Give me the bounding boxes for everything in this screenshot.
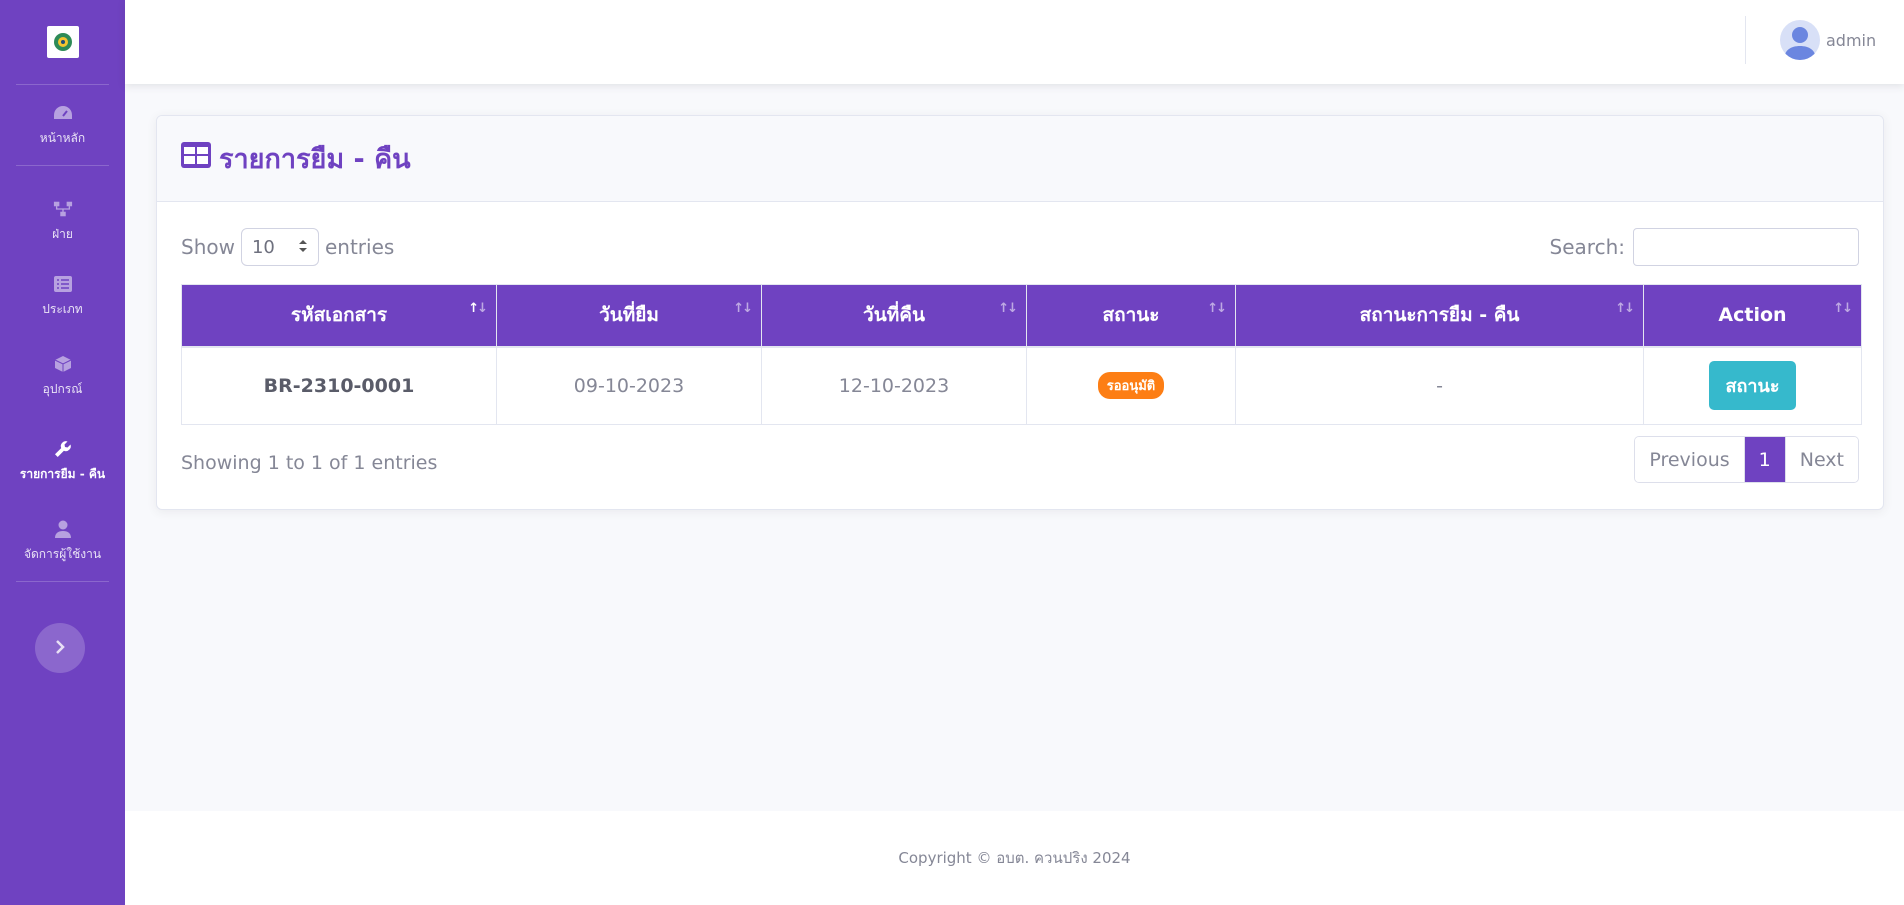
sidebar-item-label: อุปกรณ์ <box>42 382 83 396</box>
borrow-return-table: รหัสเอกสาร ↑↓ วันที่ยืม ↑↓ วันที่คืน ↑↓ สถา… <box>181 284 1862 425</box>
pagination-previous[interactable]: Previous <box>1635 437 1745 482</box>
sidebar: หน้าหลัก ฝ่าย ประเภท อุปกรณ์ รายการยืม -… <box>0 0 125 905</box>
topbar-divider <box>1745 16 1746 64</box>
brand[interactable] <box>0 0 125 84</box>
topbar: admin <box>125 0 1904 84</box>
sitemap-icon <box>53 199 73 219</box>
sort-select-icon <box>298 237 308 258</box>
column-header-label: สถานะ <box>1102 304 1160 327</box>
sidebar-item-label: ประเภท <box>42 302 83 316</box>
entries-length: Show 10 entries <box>181 228 394 266</box>
user-name: admin <box>1826 30 1877 50</box>
sidebar-item-label: หน้าหลัก <box>39 131 86 145</box>
sidebar-item-category[interactable]: ประเภท <box>0 256 125 336</box>
entries-select-value: 10 <box>251 236 275 258</box>
sort-icon: ↑↓ <box>468 301 488 316</box>
entries-select[interactable]: 10 <box>240 228 319 266</box>
cell-doc-no: BR-2310-0001 <box>181 346 497 425</box>
pagination: Previous 1 Next <box>1634 436 1859 483</box>
status-button[interactable]: สถานะ <box>1708 361 1797 411</box>
sort-icon: ↑↓ <box>1615 301 1635 316</box>
sidebar-item-department[interactable]: ฝ่าย <box>0 186 125 256</box>
cell-status: รออนุมัติ <box>1026 346 1236 425</box>
table-info: Showing 1 to 1 of 1 entries <box>181 452 438 474</box>
sort-icon: ↑↓ <box>1833 301 1853 316</box>
table-controls: Show 10 entries Search: <box>181 228 1859 266</box>
sidebar-item-dashboard[interactable]: หน้าหลัก <box>0 85 125 165</box>
user-dropdown[interactable]: admin <box>1780 20 1876 60</box>
sort-icon: ↑↓ <box>998 301 1018 316</box>
status-badge: รออนุมัติ <box>1097 372 1165 400</box>
column-header-label: Action <box>1718 304 1787 327</box>
table-search: Search: <box>1550 228 1859 266</box>
sort-icon: ↑↓ <box>733 301 753 316</box>
sidebar-item-borrow-return[interactable]: รายการยืม - คืน <box>0 416 125 506</box>
cell-borrow-status: - <box>1235 346 1644 425</box>
search-input[interactable] <box>1633 228 1859 266</box>
copyright-text: Copyright © อบต. ควนปริง 2024 <box>898 849 1131 867</box>
table-icon <box>181 142 211 175</box>
column-header-return-date[interactable]: วันที่คืน ↑↓ <box>761 284 1027 348</box>
column-header-label: วันที่ยืม <box>599 304 659 327</box>
list-alt-icon <box>53 274 73 294</box>
table-header-row: รหัสเอกสาร ↑↓ วันที่ยืม ↑↓ วันที่คืน ↑↓ สถา… <box>181 284 1862 348</box>
sidebar-toggle-button[interactable] <box>35 623 85 673</box>
card-header: รายการยืม - คืน <box>157 116 1883 202</box>
avatar <box>1780 20 1820 60</box>
cell-action: สถานะ <box>1643 346 1862 425</box>
column-header-label: สถานะการยืม - คืน <box>1359 304 1520 327</box>
cell-borrow-date: 09-10-2023 <box>496 346 762 425</box>
sidebar-item-label: รายการยืม - คืน <box>19 467 106 481</box>
cell-return-date: 12-10-2023 <box>761 346 1027 425</box>
column-header-doc-no[interactable]: รหัสเอกสาร ↑↓ <box>181 284 497 348</box>
table-row: BR-2310-0001 09-10-2023 12-10-2023 รออนุ… <box>181 346 1862 425</box>
sidebar-item-equipment[interactable]: อุปกรณ์ <box>0 336 125 416</box>
user-icon <box>53 519 73 539</box>
sidebar-divider <box>16 581 109 582</box>
column-header-status[interactable]: สถานะ ↑↓ <box>1026 284 1236 348</box>
sidebar-item-label: ฝ่าย <box>52 227 73 241</box>
sort-icon: ↑↓ <box>1207 301 1227 316</box>
chevron-right-icon <box>55 639 65 658</box>
sidebar-item-label: จัดการผู้ใช้งาน <box>23 547 102 561</box>
column-header-label: วันที่คืน <box>863 304 925 327</box>
page-title: รายการยืม - คืน <box>181 137 411 180</box>
column-header-borrow-status[interactable]: สถานะการยืม - คืน ↑↓ <box>1235 284 1644 348</box>
entries-label: entries <box>324 235 395 259</box>
column-header-label: รหัสเอกสาร <box>290 304 388 327</box>
footer: Copyright © อบต. ควนปริง 2024 <box>125 811 1904 905</box>
card-title-text: รายการยืม - คืน <box>219 144 411 175</box>
show-label: Show <box>181 235 235 259</box>
cube-icon <box>53 354 73 374</box>
pagination-page-1[interactable]: 1 <box>1744 437 1786 482</box>
wrench-icon <box>53 439 73 459</box>
tachometer-icon <box>53 103 73 123</box>
borrow-return-card: รายการยืม - คืน Show 10 entries Search: … <box>156 115 1884 510</box>
column-header-action[interactable]: Action ↑↓ <box>1643 284 1862 348</box>
search-label: Search: <box>1549 235 1625 259</box>
brand-logo <box>46 26 79 58</box>
pagination-next[interactable]: Next <box>1785 437 1858 482</box>
sidebar-item-user-management[interactable]: จัดการผู้ใช้งาน <box>0 506 125 576</box>
column-header-borrow-date[interactable]: วันที่ยืม ↑↓ <box>496 284 762 348</box>
